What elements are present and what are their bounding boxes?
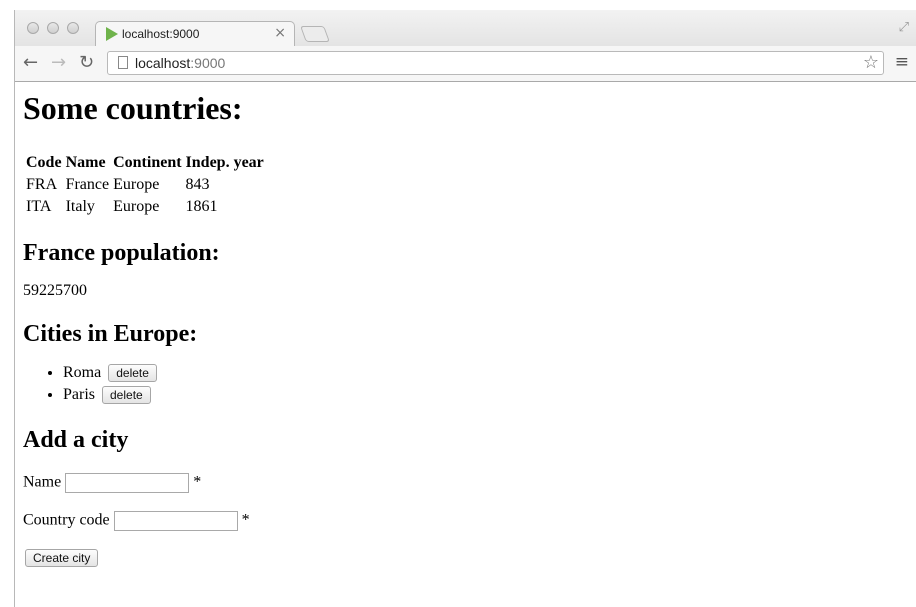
table-cell: Italy	[65, 198, 95, 215]
country-field-row: Country code *	[23, 511, 916, 531]
list-item: Roma delete	[63, 362, 916, 384]
city-name: Roma	[63, 364, 102, 381]
forward-arrow-icon[interactable]: →	[51, 52, 66, 73]
submit-row: Create city	[23, 549, 916, 567]
zoom-window-icon[interactable]	[67, 22, 79, 34]
delete-button[interactable]: delete	[108, 364, 157, 382]
cities-heading: Cities in Europe:	[23, 321, 198, 347]
population-value: 59225700	[23, 282, 87, 299]
back-arrow-icon[interactable]: ←	[23, 52, 38, 73]
star-icon[interactable]: ☆	[863, 52, 879, 73]
url-text: localhost:9000	[135, 55, 226, 71]
delete-button[interactable]: delete	[102, 386, 151, 404]
population-heading: France population:	[23, 240, 220, 266]
browser-window: localhost:9000 × ⤢ ← → ↻ localhost:9000 …	[14, 10, 916, 607]
city-name: Paris	[63, 386, 95, 403]
countries-table: Code Name Continent Indep. year FRA Fran…	[23, 151, 267, 219]
fullscreen-icon[interactable]: ⤢	[899, 20, 909, 35]
column-header: Code	[26, 154, 62, 171]
table-cell: Europe	[113, 198, 160, 215]
list-item: Paris delete	[63, 384, 916, 406]
browser-toolbar: ← → ↻ localhost:9000 ☆ ≡	[15, 46, 916, 82]
tab-title: localhost:9000	[122, 27, 200, 41]
cities-list: Roma delete Paris delete	[23, 362, 916, 406]
table-header-row: Code Name Continent Indep. year	[25, 153, 265, 173]
close-window-icon[interactable]	[27, 22, 39, 34]
table-row: ITA Italy Europe 1861	[25, 197, 265, 217]
add-city-heading: Add a city	[23, 427, 129, 453]
name-label: Name	[23, 473, 62, 491]
country-code-label: Country code	[23, 511, 110, 529]
browser-tab[interactable]: localhost:9000 ×	[95, 21, 295, 47]
table-cell: 843	[185, 176, 210, 193]
city-name-input[interactable]	[65, 473, 190, 493]
menu-icon[interactable]: ≡	[895, 52, 909, 72]
reload-icon[interactable]: ↻	[79, 52, 94, 73]
page-icon	[118, 56, 128, 69]
country-code-input[interactable]	[113, 511, 238, 531]
column-header: Continent	[113, 154, 182, 171]
play-favicon-icon	[106, 27, 118, 41]
create-city-button[interactable]: Create city	[25, 549, 99, 567]
minimize-window-icon[interactable]	[47, 22, 59, 34]
address-bar[interactable]: localhost:9000 ☆	[107, 51, 884, 75]
tab-close-icon[interactable]: ×	[274, 25, 286, 41]
title-bar: localhost:9000 × ⤢	[15, 10, 916, 47]
page-title: Some countries:	[23, 90, 243, 126]
page-content: Some countries: Code Name Continent Inde…	[15, 82, 916, 607]
table-cell: FRA	[26, 176, 58, 193]
new-tab-button[interactable]	[300, 26, 330, 42]
table-cell: Europe	[113, 176, 160, 193]
table-cell: France	[65, 176, 110, 193]
table-row: FRA France Europe 843	[25, 175, 265, 195]
name-field-row: Name *	[23, 473, 916, 493]
column-header: Indep. year	[185, 154, 264, 171]
table-cell: ITA	[26, 198, 52, 215]
required-marker: *	[241, 511, 250, 529]
required-marker: *	[193, 473, 202, 491]
table-cell: 1861	[185, 198, 218, 215]
column-header: Name	[65, 154, 106, 171]
